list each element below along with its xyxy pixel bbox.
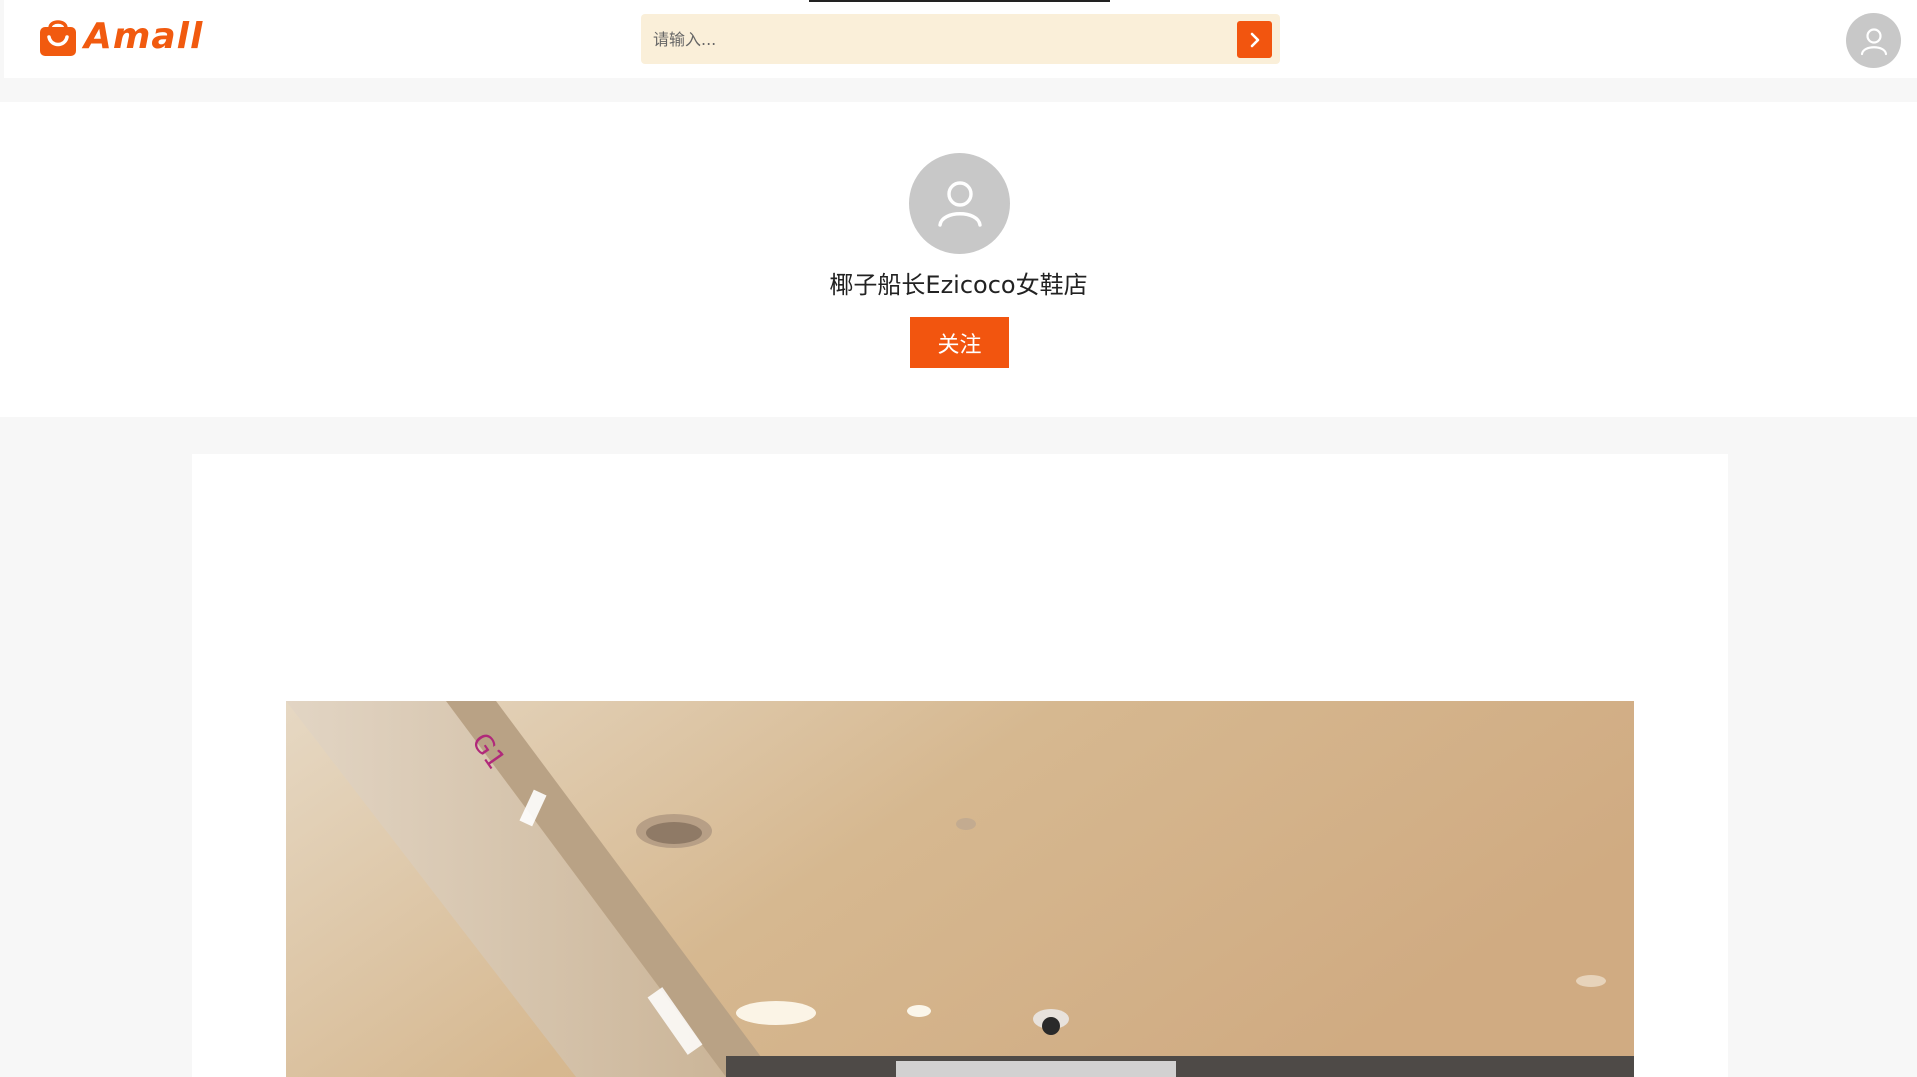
user-icon xyxy=(937,180,982,227)
search-button[interactable] xyxy=(1237,21,1272,58)
user-avatar[interactable] xyxy=(1846,13,1901,68)
shop-content-card: G1 xyxy=(192,454,1728,1077)
shop-avatar xyxy=(909,153,1010,254)
follow-button[interactable]: 关注 xyxy=(910,317,1009,368)
logo-text: Amall xyxy=(84,16,204,57)
mall-ceiling-photo: G1 xyxy=(286,701,1634,1077)
shop-header: 椰子船长Ezicoco女鞋店 关注 xyxy=(0,102,1917,417)
user-icon xyxy=(1860,27,1887,55)
shopping-bag-icon xyxy=(40,20,76,56)
search-input[interactable] xyxy=(653,14,1213,64)
top-indicator-line xyxy=(809,0,1110,2)
search-box xyxy=(641,14,1280,64)
amall-logo[interactable]: Amall xyxy=(38,16,203,58)
store-banner-image[interactable]: G1 xyxy=(286,701,1634,1077)
chevron-right-icon xyxy=(1250,32,1259,47)
shop-name: 椰子船长Ezicoco女鞋店 xyxy=(829,271,1088,299)
